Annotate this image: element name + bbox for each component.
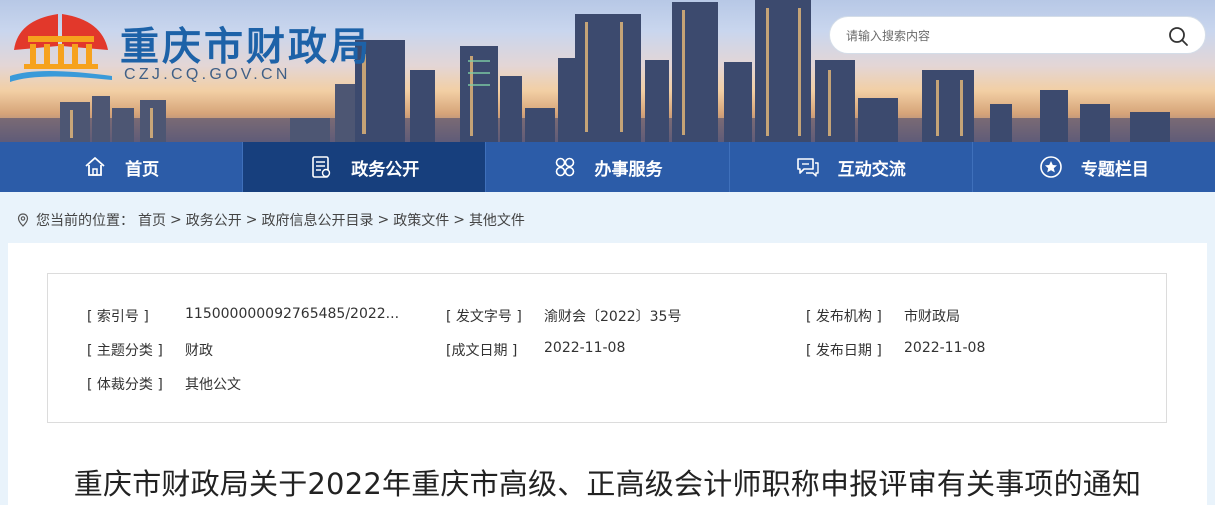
meta-label: [ 发布机构 ] [806, 309, 882, 325]
breadcrumb-separator: > [245, 212, 258, 228]
meta-genre: [ 体裁分类 ] 其他公文 [87, 374, 241, 394]
chat-bubble-icon [796, 158, 819, 177]
nav-services[interactable]: 办事服务 [486, 142, 730, 192]
breadcrumb-separator: > [170, 212, 182, 228]
document-list-icon [312, 156, 331, 178]
nav-home[interactable]: 首页 [0, 142, 244, 192]
home-icon [85, 157, 105, 176]
meta-row: [ 索引号 ] 115000000092765485/2022... [ 发文字… [48, 306, 1166, 330]
breadcrumb-separator: > [377, 212, 390, 228]
meta-label: [成文日期 ] [446, 343, 518, 359]
meta-label: [ 索引号 ] [87, 309, 149, 325]
meta-label: [ 主题分类 ] [87, 343, 163, 359]
breadcrumb-item-home[interactable]: 首页 [138, 210, 166, 230]
nav-home-label: 首页 [125, 159, 160, 180]
breadcrumb-separator: > [453, 212, 465, 228]
site-domain: CZJ.CQ.GOV.CN [124, 66, 291, 83]
document-meta-table: [ 索引号 ] 115000000092765485/2022... [ 发文字… [47, 273, 1167, 423]
breadcrumb-item-gov-affairs[interactable]: 政务公开 [186, 210, 242, 230]
meta-value: 财政 [185, 343, 213, 359]
meta-doc-no: [ 发文字号 ] 渝财会〔2022〕35号 [446, 306, 681, 326]
breadcrumb-item-other[interactable]: 其他文件 [469, 210, 525, 230]
breadcrumb: 您当前的位置： 首页 > 政务公开 > 政府信息公开目录 > 政策文件 > 其他… [16, 210, 525, 230]
meta-index-no: [ 索引号 ] 115000000092765485/2022... [87, 306, 399, 326]
meta-value: 其他公文 [185, 377, 241, 393]
meta-value: 2022-11-08 [904, 340, 986, 356]
nav-services-label: 办事服务 [594, 159, 663, 180]
meta-created: [成文日期 ] 2022-11-08 [446, 340, 625, 360]
meta-topic: [ 主题分类 ] 财政 [87, 340, 213, 360]
nav-gov-affairs[interactable]: 政务公开 [243, 142, 487, 192]
location-pin-icon [17, 213, 29, 227]
meta-published: [ 发布日期 ] 2022-11-08 [806, 340, 985, 360]
document-title: 重庆市财政局关于2022年重庆市高级、正高级会计师职称申报评审有关事项的通知 [73, 467, 1142, 501]
meta-value: 2022-11-08 [544, 340, 626, 356]
meta-value: 市财政局 [904, 309, 960, 325]
meta-label: [ 发布日期 ] [806, 343, 882, 359]
nav-topics[interactable]: 专题栏目 [973, 142, 1215, 192]
search-icon[interactable] [1167, 25, 1189, 47]
main-nav: 首页 政务公开 办事服务 互动交流 专题栏目 [0, 142, 1215, 192]
meta-row: [ 主题分类 ] 财政 [成文日期 ] 2022-11-08 [ 发布日期 ] … [48, 340, 1166, 364]
logo-icon [10, 14, 112, 82]
content-panel: [ 索引号 ] 115000000092765485/2022... [ 发文字… [8, 243, 1207, 505]
header-banner: 重庆市财政局 CZJ.CQ.GOV.CN [0, 0, 1215, 142]
breadcrumb-item-catalog[interactable]: 政府信息公开目录 [261, 210, 373, 230]
nav-gov-affairs-label: 政务公开 [351, 159, 420, 180]
nav-interaction-label: 互动交流 [837, 159, 906, 180]
meta-row: [ 体裁分类 ] 其他公文 [48, 374, 1166, 398]
star-circle-icon [1040, 156, 1062, 178]
meta-value: 渝财会〔2022〕35号 [544, 309, 682, 325]
search-input[interactable] [846, 26, 1156, 46]
meta-label: [ 发文字号 ] [446, 309, 522, 325]
breadcrumb-item-policy[interactable]: 政策文件 [393, 210, 449, 230]
nav-interaction[interactable]: 互动交流 [730, 142, 973, 192]
meta-value: 115000000092765485/2022... [185, 306, 400, 322]
grid-clover-icon [555, 157, 574, 177]
search-box [829, 16, 1206, 54]
nav-topics-label: 专题栏目 [1080, 159, 1149, 180]
meta-label: [ 体裁分类 ] [87, 377, 163, 393]
breadcrumb-prefix: 您当前的位置： [36, 213, 134, 229]
site-title[interactable]: 重庆市财政局 [120, 16, 372, 72]
meta-publisher: [ 发布机构 ] 市财政局 [806, 306, 960, 326]
